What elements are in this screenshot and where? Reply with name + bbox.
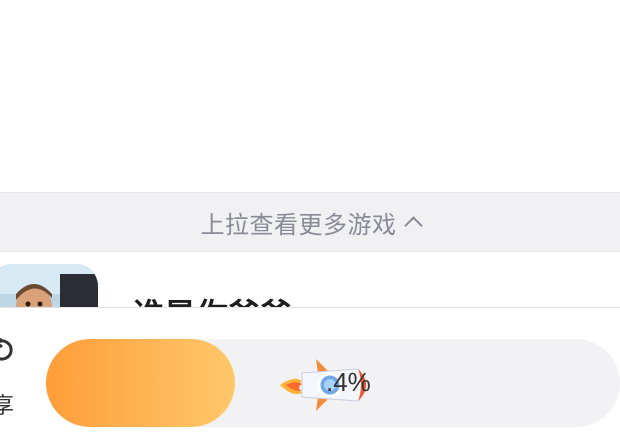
blank-content-area	[0, 0, 620, 192]
pull-up-more-games-bar[interactable]: 上拉查看更多游戏	[0, 192, 620, 252]
progress-fill	[46, 339, 235, 427]
share-icon[interactable]	[0, 338, 16, 364]
share-label[interactable]: 享	[0, 388, 14, 420]
download-progress-bar[interactable]: .4%	[46, 339, 620, 427]
bottom-action-bar: 享 .4%	[0, 307, 620, 445]
game-thumbnail	[0, 264, 98, 310]
game-list-item[interactable]: 谁是你爸爸	[0, 252, 620, 310]
chevron-up-icon	[403, 215, 423, 235]
progress-percent: .4%	[326, 367, 371, 397]
pull-up-label: 上拉查看更多游戏	[200, 210, 397, 239]
